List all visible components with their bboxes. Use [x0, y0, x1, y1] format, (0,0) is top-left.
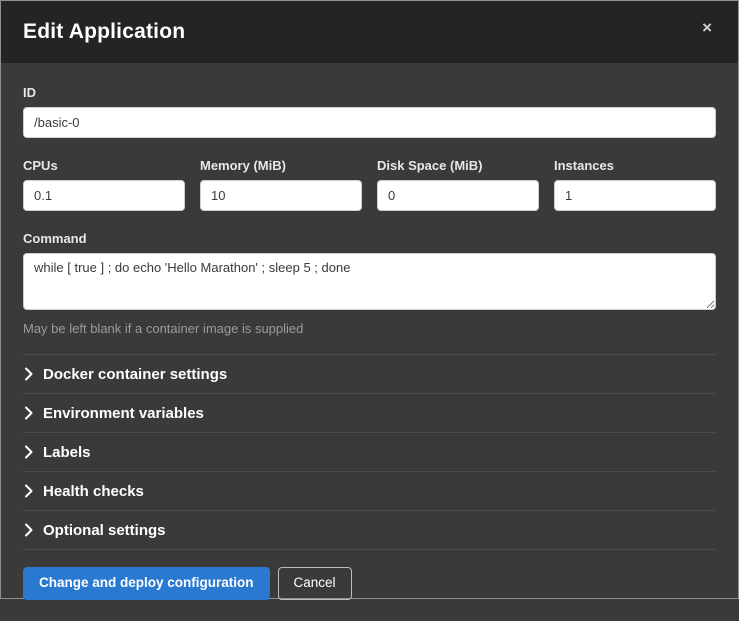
disk-label: Disk Space (MiB) — [377, 158, 539, 173]
cpus-field-group: CPUs — [23, 158, 185, 211]
memory-label: Memory (MiB) — [200, 158, 362, 173]
edit-application-modal: Edit Application × ID CPUs Memory (MiB) … — [0, 0, 739, 599]
section-health-checks[interactable]: Health checks — [23, 471, 716, 510]
chevron-right-icon — [24, 484, 33, 498]
section-label: Environment variables — [43, 405, 204, 422]
resources-field-row: CPUs Memory (MiB) Disk Space (MiB) Insta… — [23, 158, 716, 211]
section-label: Health checks — [43, 483, 144, 500]
id-label: ID — [23, 85, 716, 100]
section-optional-settings[interactable]: Optional settings — [23, 510, 716, 549]
chevron-right-icon — [24, 367, 33, 381]
disk-field-group: Disk Space (MiB) — [377, 158, 539, 211]
instances-field-group: Instances — [554, 158, 716, 211]
disk-input[interactable] — [377, 180, 539, 211]
id-field-group: ID — [23, 85, 716, 138]
section-docker-container-settings[interactable]: Docker container settings — [23, 354, 716, 393]
section-labels[interactable]: Labels — [23, 432, 716, 471]
memory-input[interactable] — [200, 180, 362, 211]
section-label: Optional settings — [43, 522, 166, 539]
chevron-right-icon — [24, 523, 33, 537]
command-textarea[interactable]: while [ true ] ; do echo 'Hello Marathon… — [23, 253, 716, 310]
chevron-right-icon — [24, 406, 33, 420]
modal-footer: Change and deploy configuration Cancel — [1, 550, 738, 621]
memory-field-group: Memory (MiB) — [200, 158, 362, 211]
cpus-input[interactable] — [23, 180, 185, 211]
command-field-group: Command while [ true ] ; do echo 'Hello … — [23, 231, 716, 336]
command-label: Command — [23, 231, 716, 246]
modal-header: Edit Application × — [1, 1, 738, 63]
instances-label: Instances — [554, 158, 716, 173]
section-label: Labels — [43, 444, 91, 461]
section-environment-variables[interactable]: Environment variables — [23, 393, 716, 432]
id-input[interactable] — [23, 107, 716, 138]
section-label: Docker container settings — [43, 366, 227, 383]
cpus-label: CPUs — [23, 158, 185, 173]
modal-title: Edit Application — [23, 20, 185, 44]
instances-input[interactable] — [554, 180, 716, 211]
chevron-right-icon — [24, 445, 33, 459]
change-and-deploy-button[interactable]: Change and deploy configuration — [23, 567, 270, 600]
close-icon[interactable]: × — [698, 15, 716, 40]
accordion-sections: Docker container settings Environment va… — [23, 354, 716, 550]
command-help-text: May be left blank if a container image i… — [23, 321, 716, 336]
modal-body: ID CPUs Memory (MiB) Disk Space (MiB) In… — [1, 63, 738, 550]
cancel-button[interactable]: Cancel — [278, 567, 352, 600]
